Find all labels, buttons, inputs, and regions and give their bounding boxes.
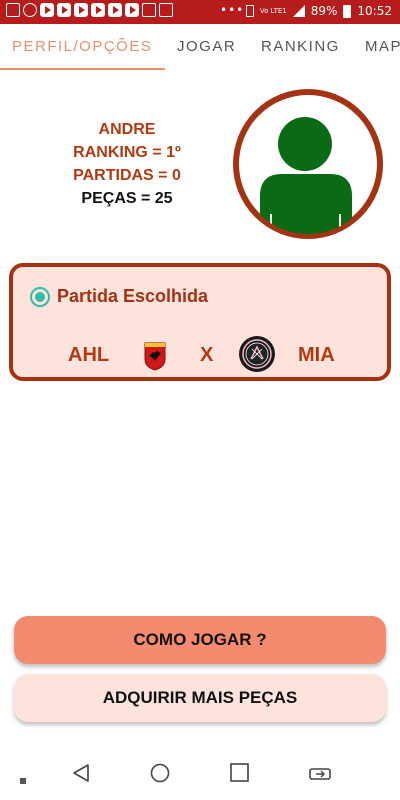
chosen-match-card[interactable]: Partida Escolhida AHL X MIA: [9, 263, 391, 381]
player-matches: PARTIDAS = 0: [73, 167, 181, 184]
tab-perfil-opcoes[interactable]: PERFIL/OPÇÕES: [12, 38, 152, 55]
active-tab-indicator: [0, 68, 165, 70]
more-notifications-indicator: •••: [220, 3, 245, 17]
profile-info: ANDRE RANKING = 1º PARTIDAS = 0 PEÇAS = …: [22, 118, 232, 210]
al-ahly-crest-icon: [143, 339, 167, 376]
battery-icon: [343, 4, 352, 18]
system-navigation-bar: [0, 746, 400, 800]
user-avatar-icon[interactable]: [232, 88, 384, 240]
switch-apps-icon[interactable]: [308, 763, 332, 788]
status-bar: ••• Vo LTE1 89% 10:52: [0, 0, 400, 24]
notification-icons: [6, 3, 173, 17]
player-ranking: RANKING = 1º: [73, 144, 181, 161]
youtube-icon: [74, 3, 88, 17]
tab-ranking[interactable]: RANKING: [261, 38, 340, 55]
how-to-play-button[interactable]: COMO JOGAR ?: [14, 616, 386, 664]
signal-icon: [292, 5, 305, 17]
home-icon[interactable]: [150, 763, 170, 788]
home-team-code: AHL: [68, 344, 110, 366]
whatsapp-icon: [23, 3, 37, 17]
recents-icon[interactable]: [230, 763, 249, 787]
player-pieces: PEÇAS = 25: [81, 190, 173, 207]
youtube-icon: [57, 3, 71, 17]
back-icon[interactable]: [72, 763, 90, 788]
inter-miami-crest-icon: [238, 335, 276, 378]
chosen-match-title: Partida Escolhida: [57, 286, 209, 306]
youtube-icon: [91, 3, 105, 17]
gallery-icon: [6, 3, 20, 17]
youtube-icon: [108, 3, 122, 17]
vibrate-icon: [245, 5, 254, 17]
clock: 10:52: [357, 4, 392, 18]
player-name: ANDRE: [98, 121, 156, 138]
tab-bar: PERFIL/OPÇÕES JOGAR RANKING MAP: [0, 24, 400, 70]
square-dot-icon[interactable]: [20, 771, 26, 789]
network-label: Vo LTE1: [259, 6, 287, 15]
calendar-icon: [142, 3, 156, 17]
youtube-icon: [125, 3, 139, 17]
system-status: Vo LTE1 89% 10:52: [245, 4, 392, 18]
versus-separator: X: [200, 344, 214, 366]
away-team-code: MIA: [298, 344, 335, 366]
battery-percent: 89%: [310, 4, 338, 18]
tab-map[interactable]: MAP: [365, 38, 400, 55]
match-radio-button[interactable]: [30, 287, 50, 307]
youtube-icon: [40, 3, 54, 17]
screen-icon: [159, 3, 173, 17]
buy-more-pieces-button[interactable]: ADQUIRIR MAIS PEÇAS: [14, 674, 386, 722]
tab-jogar[interactable]: JOGAR: [177, 38, 236, 55]
